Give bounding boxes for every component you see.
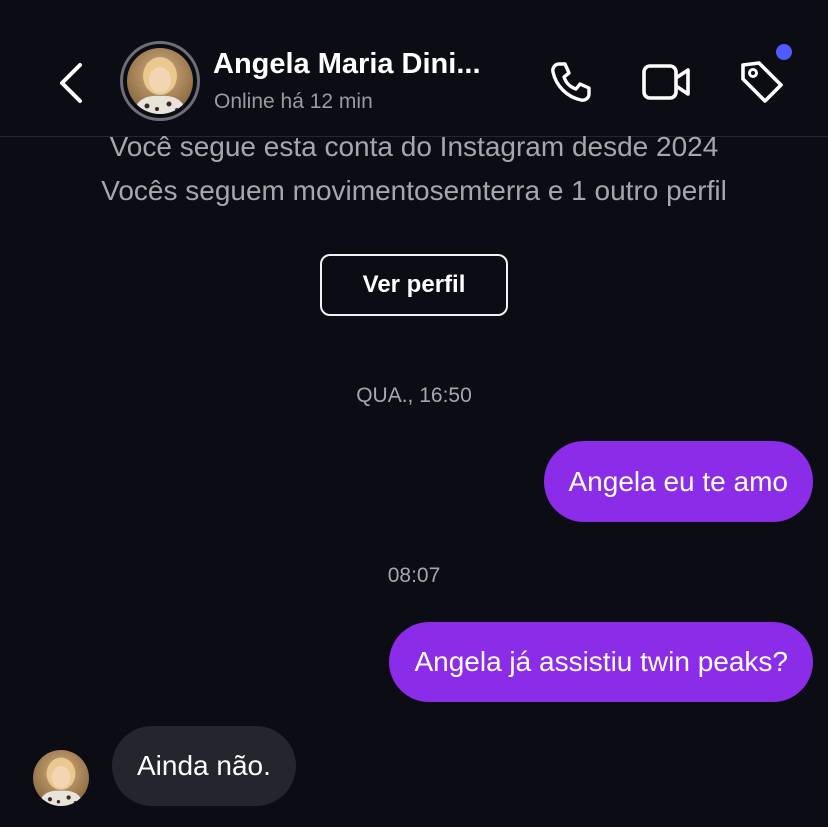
incoming-message[interactable]: Ainda não. (112, 726, 296, 806)
message-text: Angela já assistiu twin peaks? (414, 646, 788, 677)
message-text: Angela eu te amo (568, 465, 789, 497)
back-button[interactable] (48, 56, 94, 110)
contact-avatar[interactable] (120, 41, 200, 121)
tag-icon (741, 61, 783, 103)
mutual-follows-text: Vocês seguem movimentosemterra e 1 outro… (101, 175, 727, 206)
sender-avatar[interactable] (33, 750, 89, 806)
message-text: Ainda não. (137, 750, 271, 781)
follow-since-text: Você segue esta conta do Instagram desde… (109, 131, 719, 162)
view-profile-button[interactable]: Ver perfil (320, 254, 508, 316)
message-timestamp: 08:07 (387, 564, 441, 587)
phone-icon (551, 62, 591, 102)
outgoing-message[interactable]: Angela eu te amo (543, 441, 813, 522)
avatar-photo (33, 750, 89, 806)
contact-name[interactable]: Angela Maria Dini... (213, 48, 481, 81)
message-timestamp: QUA., 16:50 (356, 384, 472, 407)
chevron-left-icon (60, 63, 82, 103)
video-call-button[interactable] (638, 56, 694, 108)
online-status: Online há 12 min (214, 90, 373, 113)
notification-dot (776, 44, 792, 60)
outgoing-message[interactable]: Angela já assistiu twin peaks? (389, 622, 813, 702)
call-button[interactable] (543, 56, 599, 108)
chat-screen: Angela Maria Dini... Online há 12 min Vo… (0, 0, 828, 827)
video-camera-icon (642, 64, 690, 100)
chat-header: Angela Maria Dini... Online há 12 min (0, 0, 828, 137)
avatar-photo (127, 48, 193, 114)
tag-button[interactable] (734, 56, 790, 108)
